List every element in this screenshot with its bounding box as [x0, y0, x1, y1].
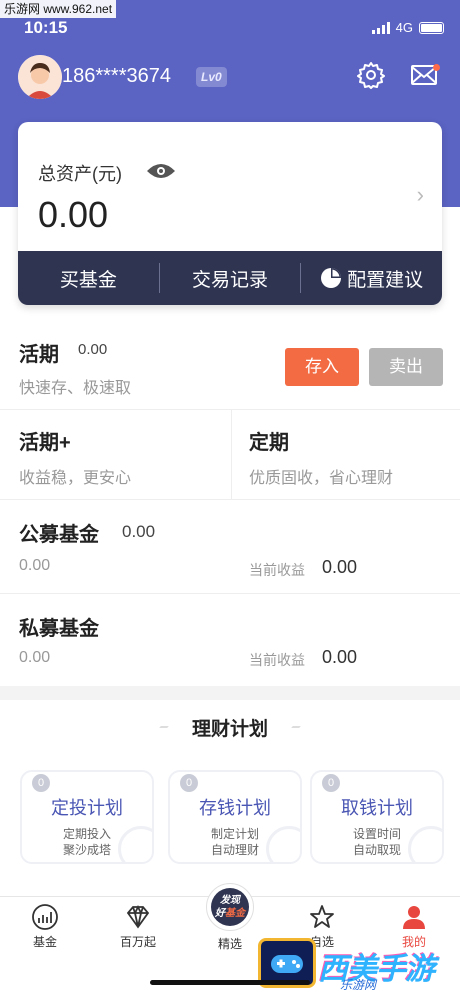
star-icon: [310, 905, 334, 928]
deposit-button[interactable]: 存入: [285, 348, 359, 386]
buy-fund-button[interactable]: 买基金: [18, 265, 159, 292]
public-fund-row[interactable]: 公募基金 0.00 0.00 当前收益 0.00: [0, 500, 460, 594]
badge-line2a: 好: [215, 908, 225, 919]
trade-history-label: 交易记录: [192, 269, 269, 291]
private-fund-amount: 0.00: [19, 649, 51, 666]
current-title: 活期: [19, 344, 59, 366]
eye-icon[interactable]: [146, 162, 176, 185]
plan-name: 取钱计划: [341, 798, 413, 818]
home-indicator: [150, 980, 310, 985]
plan-card-withdraw[interactable]: 0 取钱计划 设置时间 自动取现: [310, 770, 444, 864]
fixed-subtitle: 优质固收，省心理财: [249, 470, 394, 487]
tab-label: 百万起: [119, 935, 156, 949]
tab-label: 基金: [32, 935, 57, 949]
chevron-right-icon[interactable]: ›: [417, 182, 424, 208]
tab-million[interactable]: 百万起: [108, 903, 168, 950]
level-badge[interactable]: Lv0: [196, 67, 227, 87]
watermark-logo-sub: 乐游网: [340, 978, 377, 992]
allocation-advice-label: 配置建议: [347, 269, 424, 291]
plan-count: 0: [180, 774, 198, 792]
plan-name: 存钱计划: [199, 798, 271, 818]
divider: [231, 410, 232, 500]
avatar[interactable]: [18, 55, 62, 99]
tab-fund[interactable]: 基金: [15, 903, 75, 950]
public-fund-income: 0.00: [322, 557, 358, 577]
plan-description: 制定计划 自动理财: [170, 826, 300, 858]
public-fund-value: 0.00: [122, 522, 156, 541]
plan-desc-line: 自动取现: [352, 843, 401, 857]
private-fund-title: 私募基金: [19, 618, 99, 640]
badge-line2b: 基金: [225, 908, 245, 919]
featured-badge[interactable]: 发现好基金: [206, 883, 254, 931]
notification-dot: [433, 64, 440, 71]
private-fund-income: 0.00: [322, 647, 358, 667]
current-value: 0.00: [78, 341, 108, 358]
featured-badge-text: 发现好基金: [211, 888, 249, 926]
plan-card-saving[interactable]: 0 存钱计划 制定计划 自动理财: [168, 770, 302, 864]
current-subtitle: 快速存、极速取: [19, 380, 132, 397]
plan-count: 0: [322, 774, 340, 792]
asset-value: 0.00: [38, 194, 109, 235]
public-fund-income-label: 当前收益: [249, 562, 305, 578]
person-icon: [403, 906, 425, 929]
pie-chart-icon: [321, 268, 342, 288]
plan-desc-line: 制定计划: [210, 827, 259, 841]
plan-card-investment[interactable]: 0 定投计划 定期投入 聚沙成塔: [20, 770, 154, 864]
current-plus-subtitle: 收益稳，更安心: [19, 470, 132, 487]
tab-label: 精选: [217, 937, 242, 951]
chart-icon: [32, 904, 58, 930]
private-fund-row[interactable]: 私募基金 0.00 当前收益 0.00: [0, 594, 460, 686]
status-bar-right: 4G: [371, 20, 444, 35]
withdraw-button[interactable]: 卖出: [369, 348, 443, 386]
decorative-dash: [291, 726, 301, 728]
plan-description: 定期投入 聚沙成塔: [22, 826, 152, 858]
tab-featured[interactable]: 精选: [200, 935, 260, 952]
gear-icon[interactable]: [357, 61, 385, 94]
current-plus-title[interactable]: 活期+: [19, 426, 71, 455]
plan-desc-line: 聚沙成塔: [62, 843, 111, 857]
public-fund-amount: 0.00: [19, 557, 51, 574]
product-row: 活期+ 收益稳，更安心 定期 优质固收，省心理财: [0, 410, 460, 500]
plan-name: 定投计划: [51, 798, 123, 818]
plan-desc-line: 自动理财: [210, 843, 259, 857]
watermark: 乐游网 www.962.net: [0, 0, 117, 18]
badge-line1: 发现: [220, 895, 240, 906]
plan-desc-line: 设置时间: [352, 827, 401, 841]
plan-count: 0: [32, 774, 50, 792]
trade-history-button[interactable]: 交易记录: [160, 265, 301, 292]
plan-desc-line: 定期投入: [62, 827, 111, 841]
battery-icon: [419, 21, 444, 34]
section-divider: [0, 686, 460, 700]
asset-label: 总资产(元): [38, 164, 122, 184]
diamond-icon: [126, 904, 150, 929]
buy-fund-label: 买基金: [59, 269, 117, 291]
asset-actions: 买基金 交易记录 配置建议: [18, 251, 442, 305]
status-time: 10:15: [24, 18, 68, 37]
public-fund-title: 公募基金: [19, 524, 99, 546]
user-phone[interactable]: 186****3674: [62, 65, 171, 88]
network-label: 4G: [395, 20, 413, 35]
plan-description: 设置时间 自动取现: [312, 826, 442, 858]
allocation-advice-button[interactable]: 配置建议: [301, 265, 442, 292]
fixed-title[interactable]: 定期: [249, 426, 289, 455]
tab-mine[interactable]: 我的: [384, 903, 444, 950]
asset-card[interactable]: 总资产(元) 0.00 › 买基金 交易记录 配置建议: [18, 122, 442, 305]
plans-title: 理财计划: [191, 719, 268, 740]
private-fund-income-label: 当前收益: [249, 652, 305, 668]
signal-icon: [371, 21, 390, 34]
